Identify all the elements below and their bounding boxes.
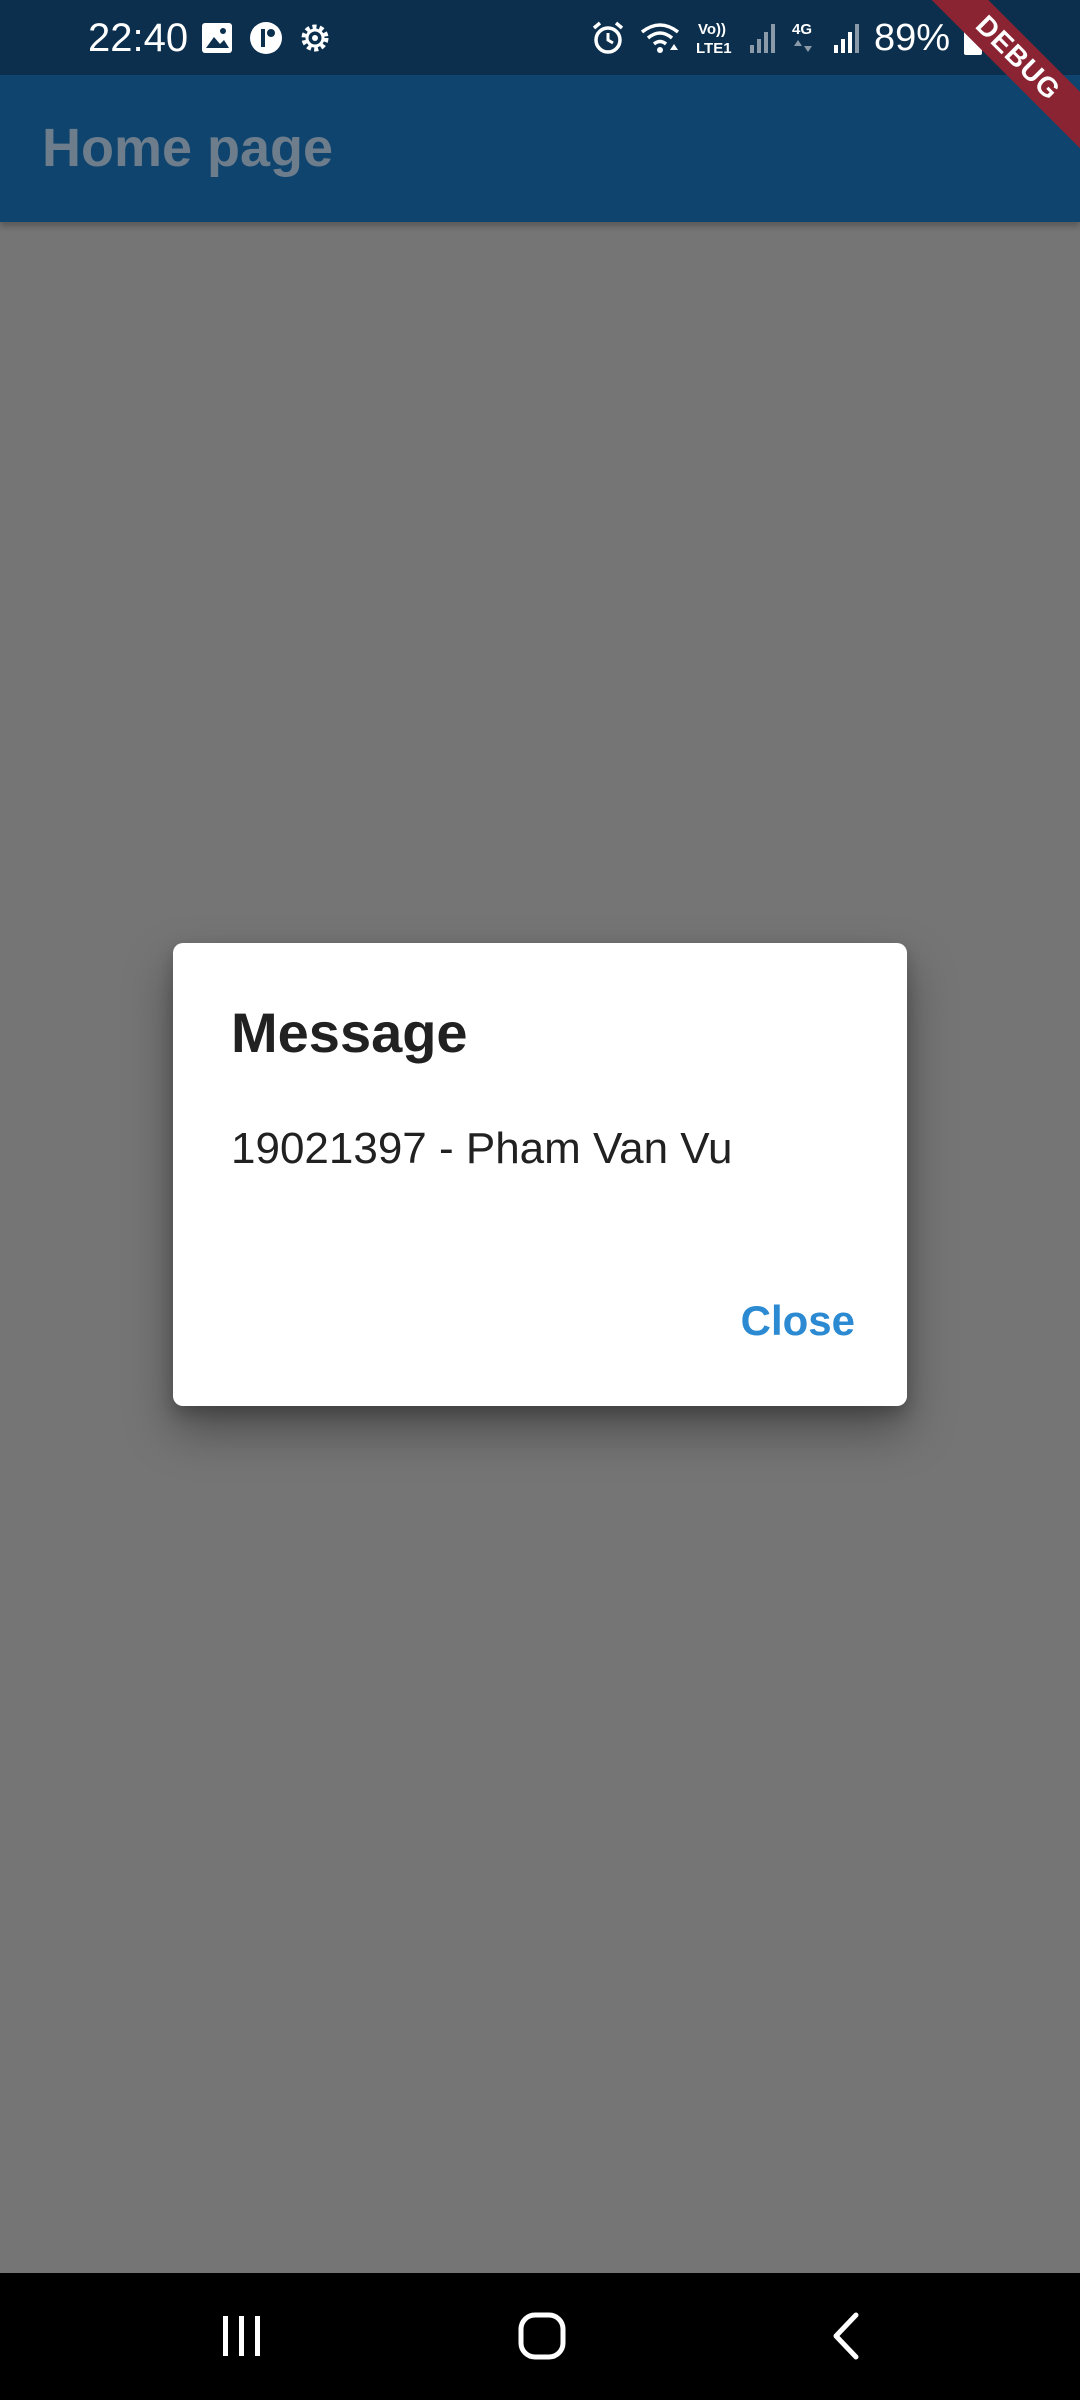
4g-icon: 4G <box>790 18 820 58</box>
message-dialog: Message 19021397 - Pham Van Vu Close <box>173 943 907 1406</box>
close-button[interactable]: Close <box>741 1293 855 1349</box>
svg-text:4G: 4G <box>792 21 812 38</box>
dialog-content: 19021397 - Pham Van Vu <box>231 1124 733 1173</box>
navigation-bar <box>0 2273 1080 2400</box>
circle-app-icon <box>248 20 284 56</box>
recent-apps-button[interactable] <box>202 2306 282 2366</box>
home-icon <box>517 2311 567 2361</box>
page-title: Home page <box>42 118 334 178</box>
battery-icon <box>962 20 984 56</box>
status-right-icons: Vo)) LTE1 4G 89% <box>590 14 984 62</box>
status-left-icons <box>200 18 332 58</box>
app-bar: Home page <box>0 75 1080 222</box>
dialog-title: Message <box>231 1001 468 1064</box>
image-icon <box>200 21 234 55</box>
back-button[interactable] <box>806 2306 886 2366</box>
alarm-icon <box>590 20 626 56</box>
recent-apps-icon <box>219 2314 265 2358</box>
svg-text:Vo)): Vo)) <box>698 21 726 38</box>
status-bar: 22:40 Vo)) LTE1 4G 89% <box>0 0 1080 75</box>
volte-icon: Vo)) LTE1 <box>694 18 736 58</box>
signal-icon <box>832 21 862 55</box>
wifi-icon <box>638 20 682 56</box>
gear-icon <box>298 21 332 55</box>
svg-text:LTE1: LTE1 <box>696 40 732 57</box>
signal-icon <box>748 21 778 55</box>
home-button[interactable] <box>502 2306 582 2366</box>
battery-percent: 89% <box>873 17 950 59</box>
back-icon <box>828 2311 864 2361</box>
status-time: 22:40 <box>88 16 189 60</box>
screen: 22:40 Vo)) LTE1 4G 89% Home page DEBUG M… <box>0 0 1080 2400</box>
